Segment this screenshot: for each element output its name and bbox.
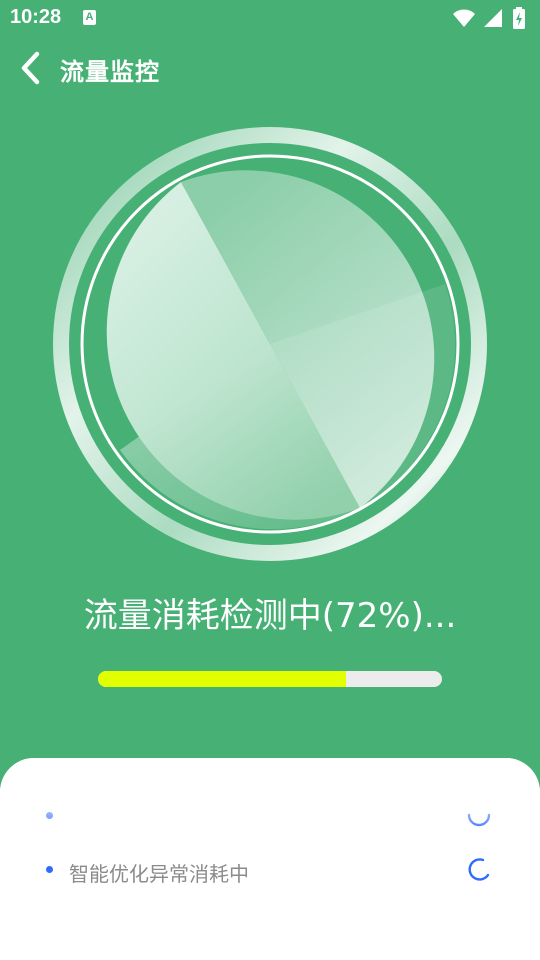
status-time: 10:28 (10, 6, 62, 28)
scan-progress-bar (98, 671, 442, 687)
list-item (0, 796, 540, 836)
bullet-dot-icon (46, 812, 53, 819)
notification-a-icon: A (83, 10, 96, 25)
status-icons (452, 6, 532, 30)
scan-progress-fill (98, 671, 346, 687)
task-label: 智能优化异常消耗中 (69, 862, 249, 886)
list-item: 智能优化异常消耗中 (0, 850, 540, 890)
battery-charging-icon (513, 7, 525, 29)
wifi-icon (453, 9, 475, 27)
scan-gauge (53, 127, 487, 561)
back-button[interactable] (14, 48, 50, 88)
spinner-icon (468, 858, 490, 881)
bullet-dot-icon (46, 866, 53, 873)
task-sheet: 智能优化异常消耗中 (0, 758, 540, 960)
cellular-icon (484, 9, 502, 27)
scan-status-text: 流量消耗检测中(72%)... (83, 596, 457, 636)
spinner-icon (467, 813, 491, 827)
status-bar: 10:28 A (0, 0, 540, 36)
back-chevron-icon (21, 51, 40, 85)
page-title: 流量监控 (60, 58, 160, 86)
app-header: 流量监控 (0, 40, 540, 96)
